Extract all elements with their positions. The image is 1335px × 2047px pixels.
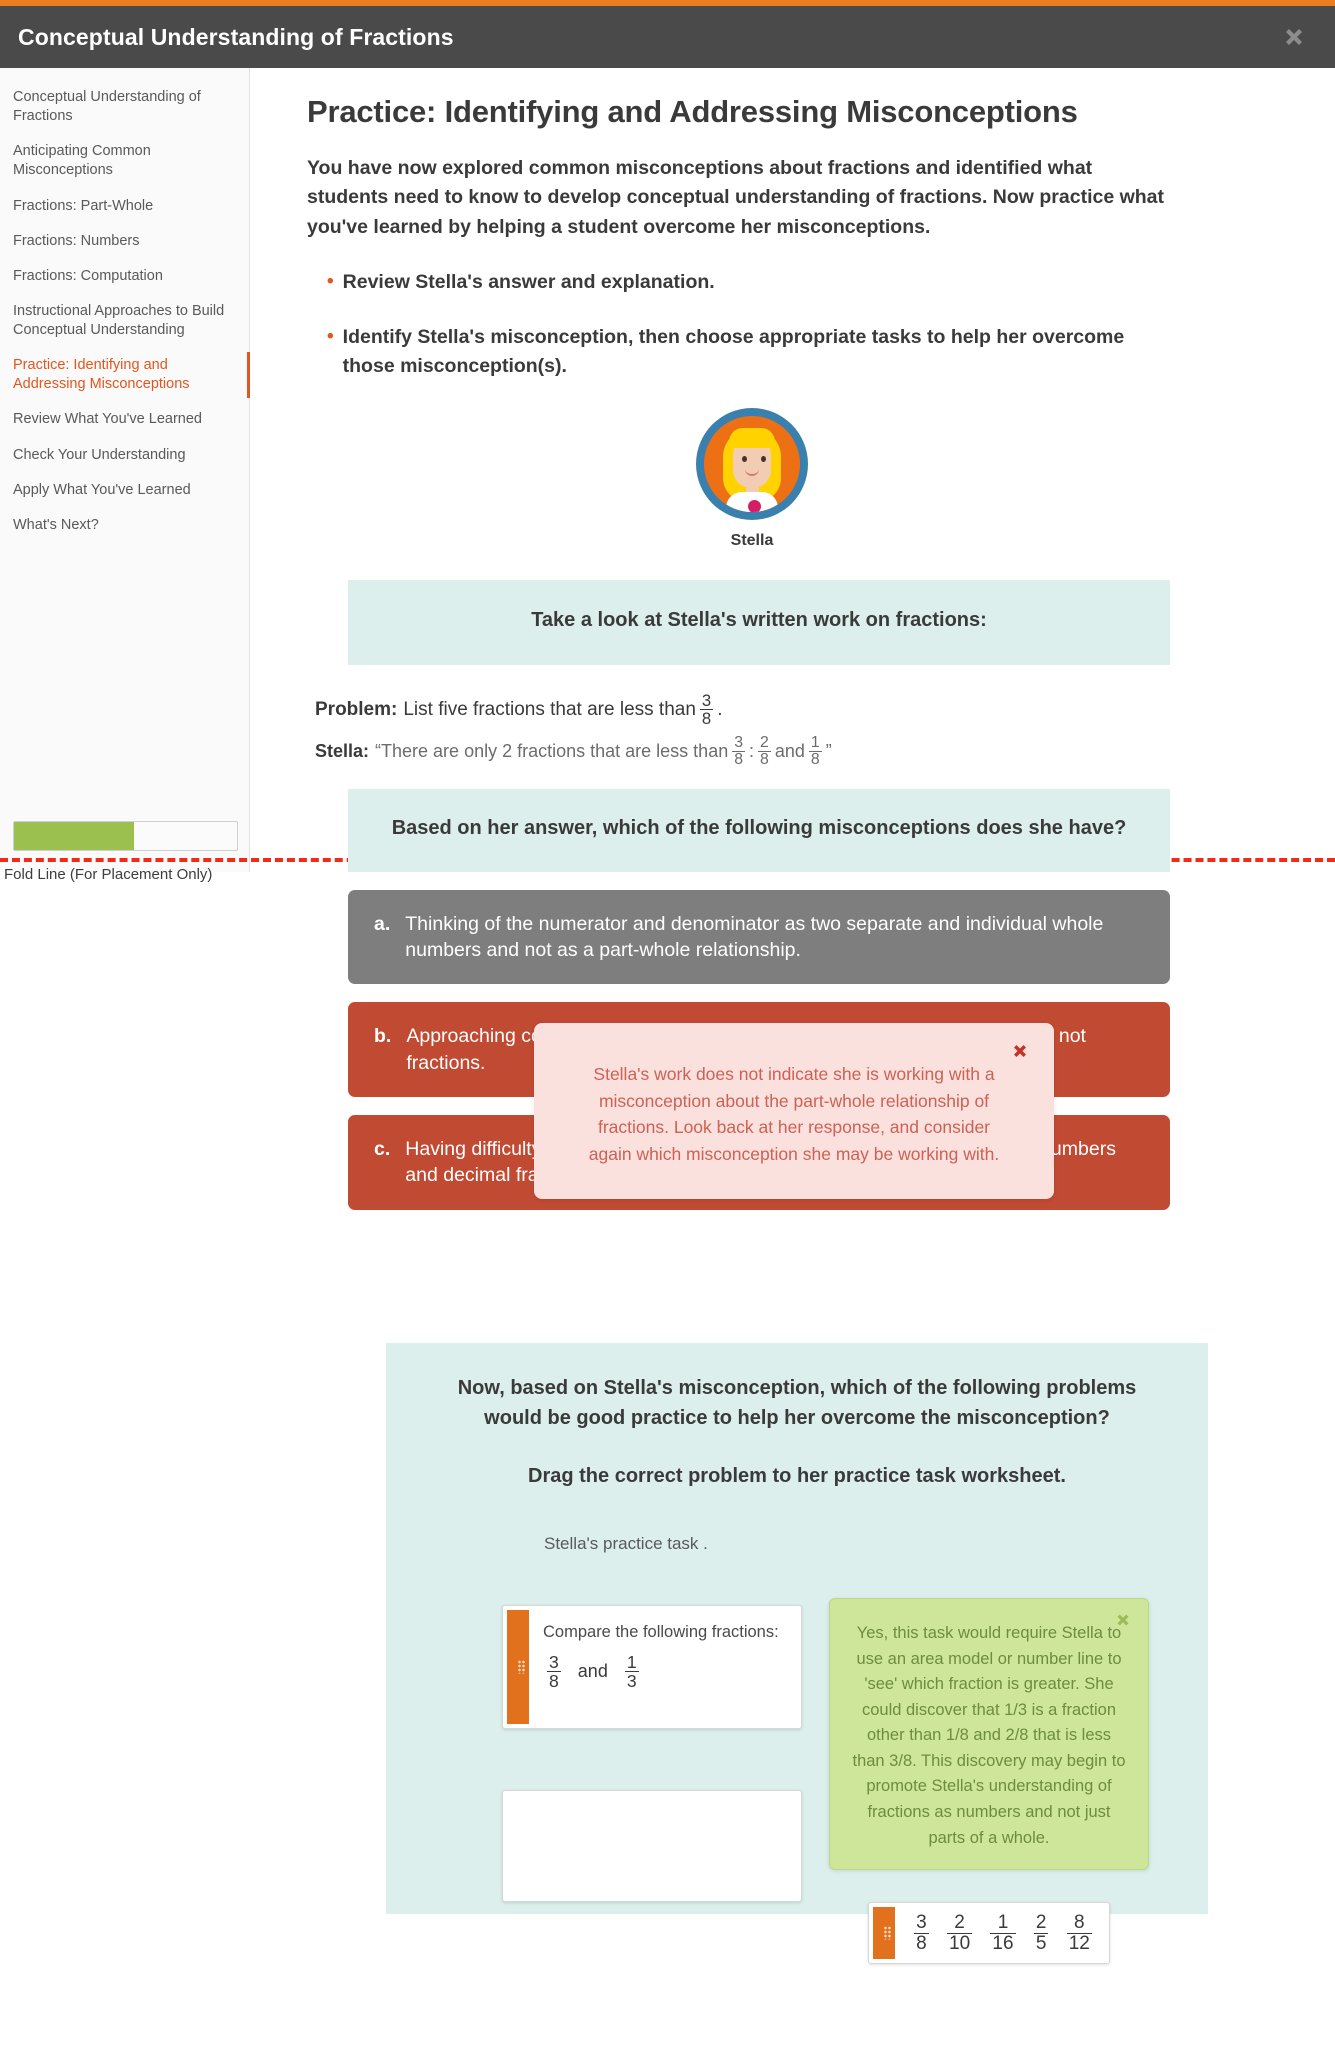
problem-text-end: . xyxy=(717,698,723,720)
task-card-fractions: 3 8 and 1 3 xyxy=(543,1651,785,1692)
drag-question: Now, based on Stella's misconception, wh… xyxy=(457,1377,1137,1429)
option-c-letter: c. xyxy=(374,1138,391,1161)
list-item: • Identify Stella's misconception, then … xyxy=(327,323,1167,382)
fraction-2-8: 2 8 xyxy=(758,733,771,769)
avatar-label: Stella xyxy=(730,531,774,549)
sidebar-item-2[interactable]: Fractions: Part-Whole xyxy=(0,189,249,224)
avatar xyxy=(696,407,808,520)
list-item-label: Review Stella's answer and explanation. xyxy=(342,270,715,293)
draggable-task-card[interactable]: Compare the following fractions: 3 8 and… xyxy=(502,1605,802,1729)
bullet-dot-icon: • xyxy=(327,326,334,347)
sidebar-item-4[interactable]: Fractions: Computation xyxy=(0,259,249,294)
intro-paragraph: You have now explored common misconcepti… xyxy=(307,157,1165,238)
fraction-3-8: 3 8 xyxy=(547,1651,561,1692)
fraction-2-5: 2 5 xyxy=(1033,1911,1049,1954)
incorrect-feedback-popup: Stella's work does not indicate she is w… xyxy=(534,1023,1054,1200)
option-a-label: Thinking of the numerator and denominato… xyxy=(405,912,1104,962)
fraction-3-8: 3 8 xyxy=(914,1911,929,1954)
page-title: Practice: Identifying and Addressing Mis… xyxy=(307,94,1078,129)
drag-instruction: Drag the correct problem to her practice… xyxy=(528,1465,1066,1487)
fraction-2-10: 2 10 xyxy=(947,1911,973,1954)
list-item-label: Identify Stella's misconception, then ch… xyxy=(342,326,1125,378)
problem-label: Problem: xyxy=(315,698,398,720)
sidebar-item-0[interactable]: Conceptual Understanding of Fractions xyxy=(0,80,249,134)
sidebar-item-3[interactable]: Fractions: Numbers xyxy=(0,224,249,259)
problem-text: List five fractions that are less than xyxy=(403,698,696,720)
list-item: • Review Stella's answer and explanation… xyxy=(327,268,1167,297)
stella-text-end: ” xyxy=(825,741,832,762)
stella-answer-line: Stella: “There are only 2 fractions that… xyxy=(315,733,1335,769)
grip-icon xyxy=(518,1660,526,1674)
app-window: Conceptual Understanding of Fractions Co… xyxy=(0,0,1335,2047)
student-avatar-block: Stella xyxy=(210,407,1294,550)
bullet-dot-icon: • xyxy=(327,270,334,292)
fraction-8-12: 8 12 xyxy=(1066,1911,1092,1954)
close-icon[interactable] xyxy=(1277,20,1311,54)
correct-feedback-text: Yes, this task would require Stella to u… xyxy=(852,1624,1126,1847)
option-a[interactable]: a. Thinking of the numerator and denomin… xyxy=(348,889,1170,985)
student-written-work: Problem: List five fractions that are le… xyxy=(251,690,1335,769)
fraction-1-16: 1 16 xyxy=(990,1911,1016,1954)
fraction-3-8: 3 8 xyxy=(732,733,746,769)
conjunction: and xyxy=(577,1661,608,1682)
drag-handle[interactable] xyxy=(507,1610,529,1724)
course-progress-bar xyxy=(13,821,238,851)
fraction-3-8: 3 8 xyxy=(699,690,714,729)
fraction-1-8: 1 8 xyxy=(808,733,822,769)
worksheet-label: Stella's practice task . xyxy=(544,1534,708,1553)
incorrect-feedback-text: Stella's work does not indicate she is w… xyxy=(588,1064,1000,1164)
option-b-letter: b. xyxy=(374,1025,392,1048)
stella-text: “There are only 2 fractions that are les… xyxy=(375,741,729,762)
conjunction: and xyxy=(774,741,805,762)
fold-line-label: Fold Line (For Placement Only) xyxy=(4,866,213,883)
drag-handle[interactable] xyxy=(873,1907,895,1959)
problem-line: Problem: List five fractions that are le… xyxy=(315,690,1335,729)
grip-icon xyxy=(884,1926,892,1940)
task-card-prompt: Compare the following fractions: xyxy=(543,1623,779,1641)
course-progress-fill xyxy=(14,822,135,850)
instruction-list: • Review Stella's answer and explanation… xyxy=(327,268,1167,382)
drop-zone[interactable] xyxy=(502,1790,802,1902)
sidebar-item-practice[interactable]: Practice: Identifying and Addressing Mis… xyxy=(0,348,250,402)
sidebar-item-5[interactable]: Instructional Approaches to Build Concep… xyxy=(0,294,249,348)
close-icon[interactable] xyxy=(1008,1039,1032,1063)
sidebar-item-1[interactable]: Anticipating Common Misconceptions xyxy=(0,134,249,188)
stella-label: Stella: xyxy=(315,741,370,762)
window-title: Conceptual Understanding of Fractions xyxy=(18,23,454,50)
fraction-strip-card[interactable]: 3 8 2 10 1 16 2 5 8 12 xyxy=(868,1902,1110,1964)
option-a-letter: a. xyxy=(374,912,391,935)
fraction-1-3: 1 3 xyxy=(624,1651,639,1692)
correct-feedback-popup: Yes, this task would require Stella to u… xyxy=(829,1598,1149,1871)
question-banner: Based on her answer, which of the follow… xyxy=(348,788,1170,872)
separator: : xyxy=(749,741,755,762)
window-titlebar: Conceptual Understanding of Fractions xyxy=(0,6,1335,68)
close-icon[interactable] xyxy=(1112,1609,1134,1631)
written-work-banner: Take a look at Stella's written work on … xyxy=(348,579,1170,665)
